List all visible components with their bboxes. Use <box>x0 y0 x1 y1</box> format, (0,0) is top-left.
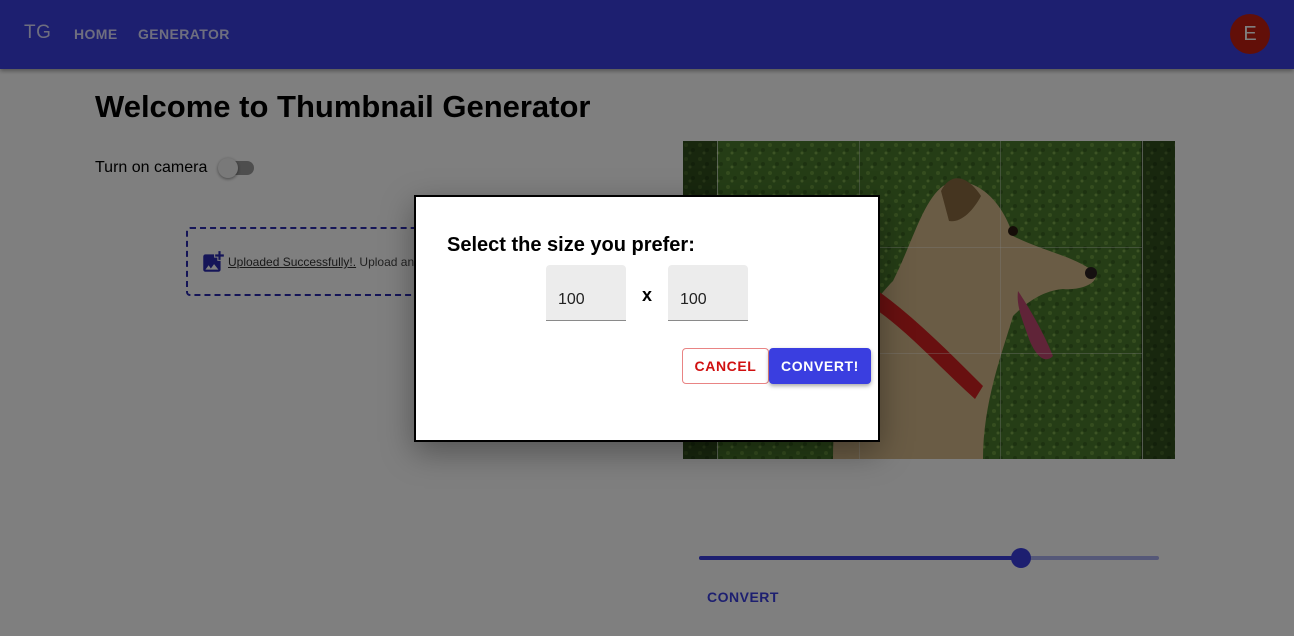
width-field[interactable] <box>546 265 626 321</box>
size-dialog: Select the size you prefer: x CANCEL CON… <box>414 195 880 442</box>
width-input[interactable] <box>546 287 626 313</box>
convert-dialog-button[interactable]: CONVERT! <box>769 348 871 384</box>
height-input[interactable] <box>668 287 748 313</box>
cancel-button[interactable]: CANCEL <box>682 348 769 384</box>
dialog-title: Select the size you prefer: <box>447 234 695 256</box>
size-separator: x <box>642 285 653 305</box>
height-field[interactable] <box>668 265 748 321</box>
